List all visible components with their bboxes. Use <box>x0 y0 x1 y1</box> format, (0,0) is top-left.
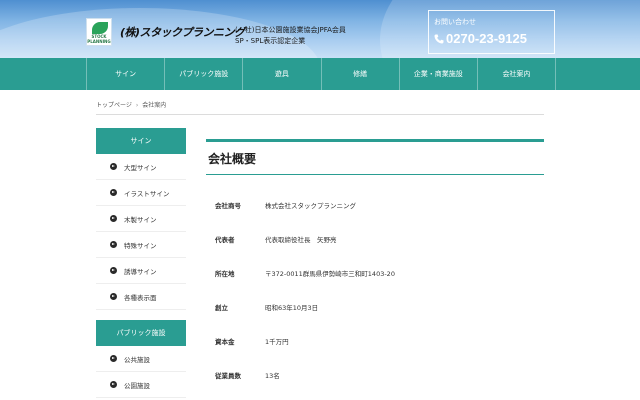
association-line-2: SP・SPL表示認定企業 <box>235 37 306 45</box>
arrow-right-icon <box>110 267 117 274</box>
sidebar-item-park-facilities[interactable]: 公園施設 <box>96 372 186 398</box>
breadcrumb-home[interactable]: トップページ <box>96 102 132 109</box>
info-label: 従業員数 <box>215 372 241 380</box>
arrow-right-icon <box>110 215 117 222</box>
arrow-right-icon <box>110 163 117 170</box>
logo-icon[interactable]: STOCK PLANNING <box>86 18 112 46</box>
arrow-right-icon <box>110 189 117 196</box>
arrow-right-icon <box>110 355 117 362</box>
info-label: 創立 <box>215 304 228 312</box>
nav-item-playground[interactable]: 遊具 <box>243 58 322 90</box>
sidebar-heading-public-facilities[interactable]: パブリック施設 <box>96 320 186 346</box>
nav-item-sign[interactable]: サイン <box>87 58 166 90</box>
info-value: 代表取締役社長 矢野亮 <box>265 236 337 244</box>
page-title: 会社概要 <box>208 151 257 166</box>
info-label: 資本金 <box>215 338 235 346</box>
sidebar-item-label: 特殊サイン <box>124 241 157 250</box>
contact-label: お問い合わせ <box>434 18 476 26</box>
info-value: 株式会社スタックプランニング <box>265 202 356 210</box>
info-row-founded: 創立 昭和63年10月3日 <box>206 290 544 324</box>
info-value: 13名 <box>265 372 280 380</box>
nav-item-public-facilities[interactable]: パブリック施設 <box>165 58 244 90</box>
nav-item-repair[interactable]: 修繕 <box>322 58 400 90</box>
info-row-employees: 従業員数 13名 <box>206 358 544 392</box>
association-line-1: (一社)日本公園施設業協会JPFA会員 <box>235 26 346 34</box>
sidebar-item-label: 公園施設 <box>124 381 150 390</box>
info-row-representative: 代表者 代表取締役社長 矢野亮 <box>206 222 544 256</box>
arrow-right-icon <box>110 241 117 248</box>
sidebar-item-wooden-sign[interactable]: 木製サイン <box>96 206 186 232</box>
sidebar-item-label: 各種表示面 <box>124 293 157 302</box>
logo-text: STOCK PLANNING <box>87 34 111 44</box>
nav-item-company[interactable]: 会社案内 <box>478 58 557 90</box>
main-content: 会社概要 会社商号 株式会社スタックプランニング 代表者 代表取締役社長 矢野亮… <box>206 139 544 392</box>
sidebar-item-label: 公共施設 <box>124 355 150 364</box>
info-label: 所在地 <box>215 270 235 278</box>
sidebar-item-large-sign[interactable]: 大型サイン <box>96 154 186 180</box>
arrow-right-icon <box>110 293 117 300</box>
breadcrumb: トップページ › 会社案内 <box>96 100 166 109</box>
info-label: 会社商号 <box>215 202 241 210</box>
phone-icon <box>434 34 444 44</box>
sidebar-item-public-buildings[interactable]: 公共施設 <box>96 346 186 372</box>
contact-box[interactable]: お問い合わせ 0270-23-9125 <box>428 10 555 54</box>
info-value: 1千万円 <box>265 338 289 346</box>
phone-number-wrap[interactable]: 0270-23-9125 <box>434 31 527 46</box>
phone-number: 0270-23-9125 <box>446 31 527 46</box>
site-header: STOCK PLANNING (株)スタックプランニング (一社)日本公園施設業… <box>0 0 640 58</box>
sidebar-item-guide-sign[interactable]: 誘導サイン <box>96 258 186 284</box>
breadcrumb-separator: › <box>135 102 139 109</box>
nav-item-commercial[interactable]: 企業・商業施設 <box>400 58 478 90</box>
leaf-icon <box>92 22 108 34</box>
sidebar-item-label: 木製サイン <box>124 215 157 224</box>
info-value: 〒372-0011群馬県伊勢崎市三和町1403-20 <box>265 270 395 278</box>
divider <box>96 114 544 115</box>
association-info: (一社)日本公園施設業協会JPFA会員 SP・SPL表示認定企業 <box>235 25 346 47</box>
info-label: 代表者 <box>215 236 235 244</box>
sidebar-item-illustration-sign[interactable]: イラストサイン <box>96 180 186 206</box>
main-nav: サイン パブリック施設 遊具 修繕 企業・商業施設 会社案内 <box>0 58 640 90</box>
sidebar-item-label: 大型サイン <box>124 163 157 172</box>
arrow-right-icon <box>110 381 117 388</box>
sidebar-item-label: 誘導サイン <box>124 267 157 276</box>
sidebar-item-label: イラストサイン <box>124 189 170 198</box>
breadcrumb-current: 会社案内 <box>142 102 167 109</box>
sidebar-item-special-sign[interactable]: 特殊サイン <box>96 232 186 258</box>
page-title-bar: 会社概要 <box>206 139 544 175</box>
sidebar-heading-sign[interactable]: サイン <box>96 128 186 154</box>
sidebar-item-display-surfaces[interactable]: 各種表示面 <box>96 284 186 310</box>
sidebar: サイン 大型サイン イラストサイン 木製サイン 特殊サイン 誘導サイン 各種表示… <box>96 128 186 398</box>
info-row-address: 所在地 〒372-0011群馬県伊勢崎市三和町1403-20 <box>206 256 544 290</box>
brand-name[interactable]: (株)スタックプランニング <box>120 24 245 40</box>
info-value: 昭和63年10月3日 <box>265 304 319 312</box>
info-row-company-name: 会社商号 株式会社スタックプランニング <box>206 188 544 222</box>
info-row-capital: 資本金 1千万円 <box>206 324 544 358</box>
